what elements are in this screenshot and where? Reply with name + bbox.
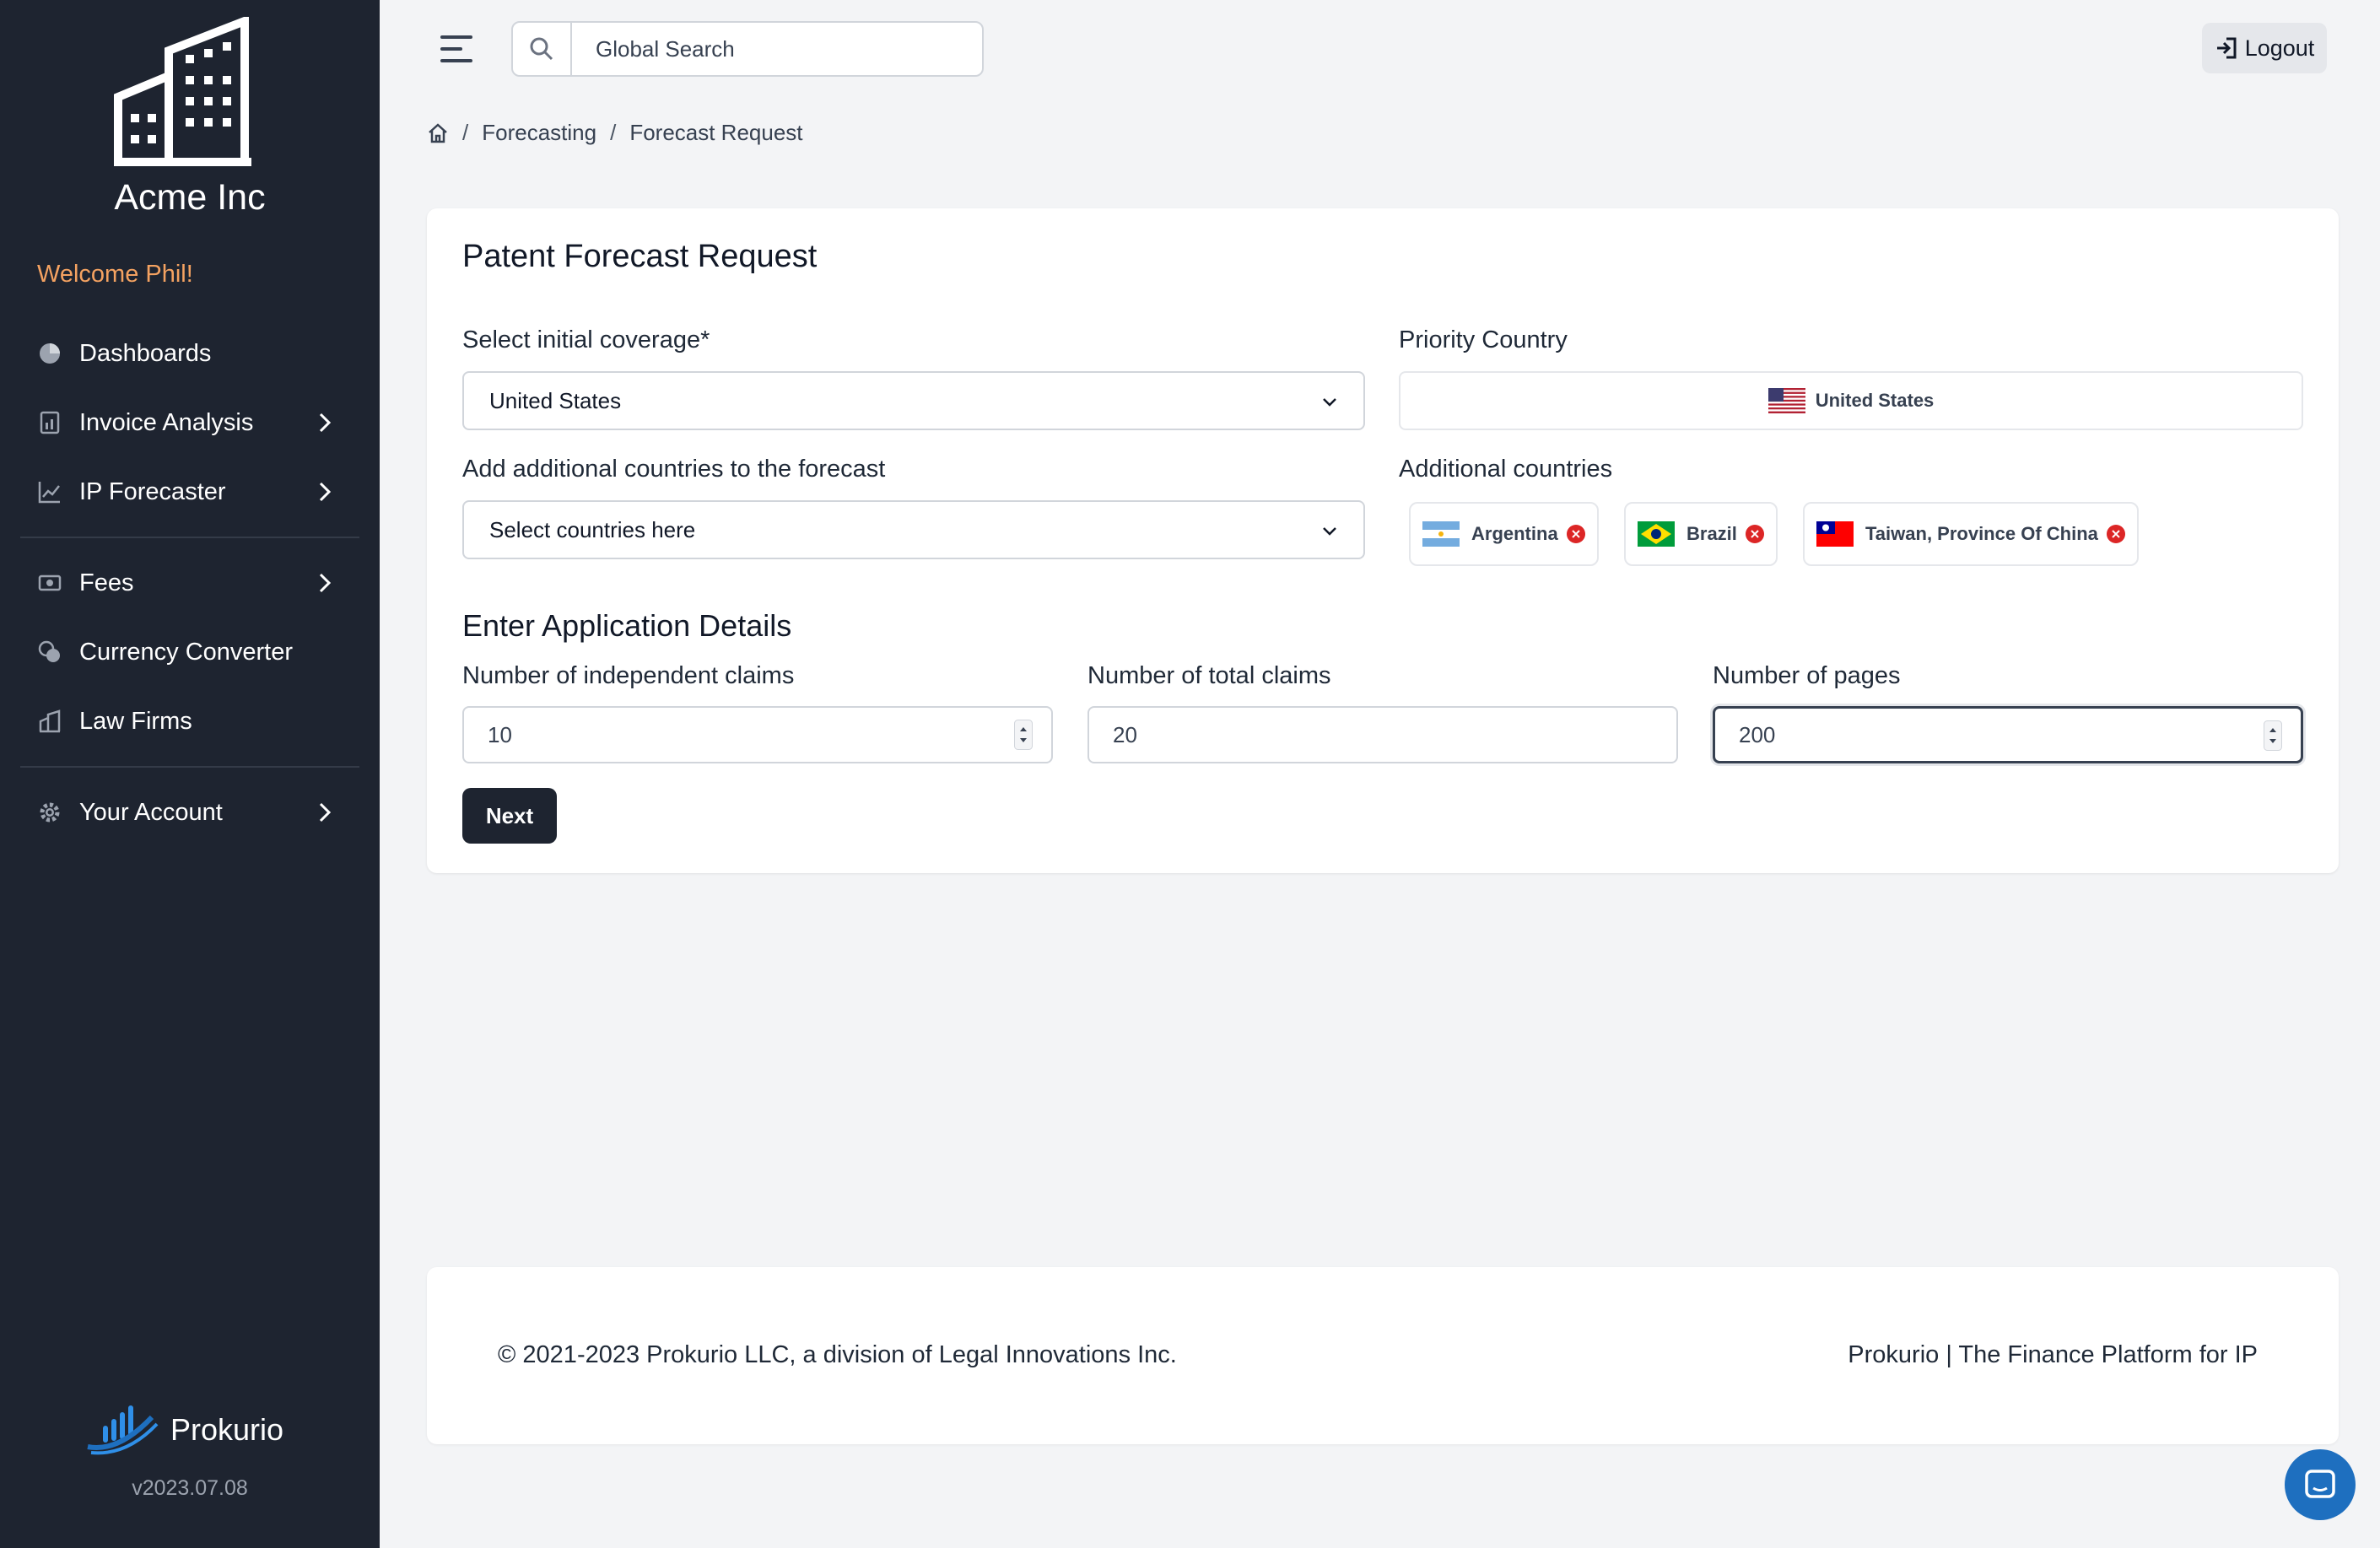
argentina-flag-icon bbox=[1422, 521, 1460, 547]
sidebar-item-label: Fees bbox=[79, 569, 134, 596]
sidebar-item-currency-converter[interactable]: Currency Converter bbox=[0, 618, 380, 687]
breadcrumb-separator: / bbox=[462, 120, 469, 145]
remove-chip-icon[interactable] bbox=[1566, 525, 1585, 543]
breadcrumb-forecast-request: Forecast Request bbox=[629, 120, 803, 145]
country-chip-brazil: Brazil bbox=[1624, 502, 1778, 566]
chip-label: Argentina bbox=[1471, 523, 1558, 544]
number-stepper-icon[interactable] bbox=[2264, 720, 2282, 751]
number-stepper-icon[interactable] bbox=[1014, 720, 1033, 750]
initial-coverage-select[interactable]: United States bbox=[462, 371, 1365, 430]
brand-name: Prokurio bbox=[170, 1412, 284, 1447]
breadcrumb-forecasting[interactable]: Forecasting bbox=[482, 120, 596, 146]
sidebar-item-ip-forecaster[interactable]: IP Forecaster bbox=[0, 457, 380, 526]
hamburger-menu-icon[interactable] bbox=[439, 34, 476, 64]
footer: © 2021-2023 Prokurio LLC, a division of … bbox=[427, 1267, 2339, 1444]
independent-claims-label: Number of independent claims bbox=[462, 662, 795, 689]
pages-input[interactable]: 200 bbox=[1713, 706, 2303, 763]
page-title: Patent Forecast Request bbox=[462, 239, 818, 274]
sidebar-item-label: Invoice Analysis bbox=[79, 408, 254, 436]
chip-label: Brazil bbox=[1687, 523, 1737, 544]
priority-country-field: United States bbox=[1399, 371, 2303, 430]
country-chip-taiwan: Taiwan, Province Of China bbox=[1803, 502, 2139, 566]
pie-chart-icon bbox=[37, 341, 62, 366]
pages-value: 200 bbox=[1739, 721, 1776, 747]
chevron-down-icon bbox=[1323, 398, 1336, 407]
footer-tagline: Prokurio | The Finance Platform for IP bbox=[1848, 1341, 2258, 1368]
remove-chip-icon[interactable] bbox=[1745, 525, 1764, 543]
chevron-down-icon bbox=[1323, 527, 1336, 536]
total-claims-input[interactable]: 20 bbox=[1087, 706, 1678, 763]
brand: Prokurio bbox=[84, 1400, 283, 1459]
sidebar: Acme Inc Welcome Phil! Dashboards Invoic… bbox=[0, 0, 380, 1548]
priority-country-label: Priority Country bbox=[1399, 326, 1568, 353]
sidebar-item-label: Your Account bbox=[79, 798, 223, 826]
forecast-request-card: Patent Forecast Request Select initial c… bbox=[427, 208, 2339, 873]
building-logo-icon bbox=[114, 17, 251, 166]
footer-copyright: © 2021-2023 Prokurio LLC, a division of … bbox=[498, 1341, 1177, 1368]
nav-divider bbox=[20, 537, 359, 538]
home-icon[interactable] bbox=[427, 122, 449, 144]
country-chip-argentina: Argentina bbox=[1409, 502, 1599, 566]
chevron-right-icon bbox=[319, 573, 332, 593]
chevron-right-icon bbox=[319, 413, 332, 433]
cash-icon bbox=[37, 570, 62, 596]
trend-icon bbox=[37, 479, 62, 504]
sidebar-item-invoice-analysis[interactable]: Invoice Analysis bbox=[0, 388, 380, 457]
sidebar-item-your-account[interactable]: Your Account bbox=[0, 778, 380, 847]
invoice-icon bbox=[37, 410, 62, 435]
total-claims-label: Number of total claims bbox=[1087, 662, 1331, 689]
sidebar-item-label: Law Firms bbox=[79, 707, 192, 735]
total-claims-value: 20 bbox=[1113, 721, 1137, 747]
logout-label: Logout bbox=[2244, 35, 2315, 61]
sidebar-item-label: IP Forecaster bbox=[79, 477, 226, 505]
search-icon bbox=[513, 23, 572, 75]
building-icon bbox=[37, 709, 62, 734]
us-flag-icon bbox=[1767, 388, 1805, 413]
sidebar-item-label: Dashboards bbox=[79, 339, 212, 367]
sidebar-item-law-firms[interactable]: Law Firms bbox=[0, 687, 380, 756]
breadcrumb: / Forecasting / Forecast Request bbox=[427, 120, 803, 146]
chevron-right-icon bbox=[319, 802, 332, 823]
additional-countries-select[interactable]: Select countries here bbox=[462, 500, 1365, 559]
additional-countries-label: Additional countries bbox=[1399, 456, 1613, 483]
logout-button[interactable]: Logout bbox=[2202, 23, 2327, 73]
breadcrumb-separator: / bbox=[610, 120, 617, 145]
independent-claims-value: 10 bbox=[488, 721, 512, 747]
additional-countries-select-label: Add additional countries to the forecast bbox=[462, 456, 886, 483]
logout-icon bbox=[2216, 37, 2237, 59]
initial-coverage-value: United States bbox=[489, 387, 622, 413]
version: v2023.07.08 bbox=[132, 1476, 248, 1500]
sidebar-item-fees[interactable]: Fees bbox=[0, 548, 380, 618]
welcome-message: Welcome Phil! bbox=[37, 261, 193, 288]
remove-chip-icon[interactable] bbox=[2106, 525, 2125, 543]
nav-divider bbox=[20, 766, 359, 768]
search-input[interactable] bbox=[572, 23, 982, 75]
global-search bbox=[511, 21, 984, 77]
independent-claims-input[interactable]: 10 bbox=[462, 706, 1053, 763]
initial-coverage-label: Select initial coverage* bbox=[462, 326, 710, 353]
brazil-flag-icon bbox=[1638, 521, 1675, 547]
sidebar-nav: Dashboards Invoice Analysis IP Forecaste… bbox=[0, 319, 380, 847]
sidebar-item-label: Currency Converter bbox=[79, 638, 294, 666]
additional-countries-placeholder: Select countries here bbox=[489, 516, 696, 542]
coins-icon bbox=[37, 639, 62, 665]
chat-launcher-button[interactable] bbox=[2285, 1449, 2356, 1520]
company-name: Acme Inc bbox=[114, 177, 266, 218]
chat-icon bbox=[2305, 1470, 2335, 1498]
priority-country-value: United States bbox=[1815, 390, 1935, 411]
taiwan-flag-icon bbox=[1816, 521, 1854, 547]
pages-label: Number of pages bbox=[1713, 662, 1901, 689]
chip-label: Taiwan, Province Of China bbox=[1865, 523, 2098, 544]
chevron-right-icon bbox=[319, 482, 332, 502]
next-button[interactable]: Next bbox=[462, 788, 557, 844]
prokurio-logo-icon bbox=[87, 1405, 159, 1455]
application-details-title: Enter Application Details bbox=[462, 608, 792, 643]
sidebar-item-dashboards[interactable]: Dashboards bbox=[0, 319, 380, 388]
gear-icon bbox=[37, 800, 62, 825]
